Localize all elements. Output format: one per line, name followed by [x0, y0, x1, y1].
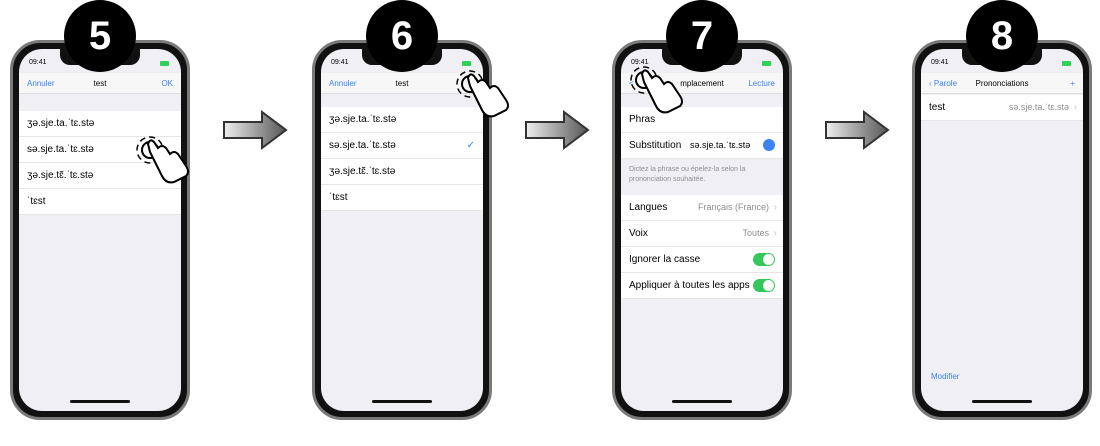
list-item-selected[interactable]: sə.sje.ta.ˈtɛ.stə ✓ — [321, 133, 483, 159]
arrow-right-icon — [825, 110, 890, 150]
phone-screen: 09:41 ‹ Parole Prononciations + test sə.… — [921, 49, 1083, 411]
list-item[interactable]: ʒə.sje.tɛ̃.ˈtɛ.stə — [321, 159, 483, 185]
row-label: Voix — [629, 228, 648, 239]
pronunciations-list: test sə.sje.ta.ˈtɛ.stə › — [921, 95, 1083, 121]
substitution-field[interactable]: Substitution sə.sje.ta.ˈtɛ.stə — [621, 133, 783, 159]
tap-hand-icon — [630, 66, 683, 114]
checkmark-icon: ✓ — [466, 140, 475, 151]
status-time: 09:41 — [29, 59, 47, 66]
list-item-label: ˈtɛst — [329, 192, 348, 203]
home-indicator — [672, 400, 732, 403]
phone-screen: 09:41 Annuler test OK ʒə.sje.ta.ˈtɛ.stə … — [19, 49, 181, 411]
list-item-label: sə.sje.ta.ˈtɛ.stə — [329, 140, 396, 151]
apply-all-apps-toggle[interactable] — [753, 279, 775, 292]
substitution-label: Substitution — [629, 140, 682, 151]
apply-all-apps-row: Appliquer à toutes les apps — [621, 273, 783, 299]
status-time: 09:41 — [331, 59, 349, 66]
microphone-icon[interactable] — [763, 139, 775, 151]
step-5: 5 09:41 Annuler test OK ʒə.sje.ta.ˈtɛ.st… — [10, 0, 190, 446]
row-value: Français (France) — [697, 202, 769, 212]
ignore-case-row: Ignorer la casse — [621, 247, 783, 273]
tap-hand-icon — [136, 136, 189, 184]
home-indicator — [70, 400, 130, 403]
row-label: Appliquer à toutes les apps — [629, 280, 750, 291]
step-number-8: 8 — [966, 0, 1038, 72]
nav-bar: Annuler test OK — [19, 73, 181, 94]
languages-row[interactable]: Langues Français (France) › — [621, 195, 783, 221]
substitution-value: sə.sje.ta.ˈtɛ.stə — [690, 140, 751, 150]
arrow-right-icon — [223, 110, 288, 150]
row-label: Langues — [629, 202, 668, 213]
list-item[interactable]: test sə.sje.ta.ˈtɛ.stə › — [921, 95, 1083, 121]
step-7: 7 09:41 < mplacement Lecture Phras Subst… — [612, 0, 792, 446]
arrow-right-icon — [525, 110, 590, 150]
list-item-label: ʒə.sje.ta.ˈtɛ.stə — [329, 114, 397, 125]
voice-row[interactable]: Voix Toutes › — [621, 221, 783, 247]
step-number-6: 6 — [366, 0, 438, 72]
helper-text: Dictez la phrase ou épelez-la selon la p… — [629, 166, 746, 183]
row-value: Toutes — [742, 228, 769, 238]
step-number-7: 7 — [666, 0, 738, 72]
chevron-right-icon: › — [1073, 102, 1077, 113]
settings-list: Langues Français (France) › Voix Toutes … — [621, 195, 783, 299]
battery-icon — [1062, 61, 1071, 66]
ignore-case-toggle[interactable] — [753, 253, 775, 266]
row-label: test — [929, 102, 946, 113]
battery-icon — [160, 61, 169, 66]
list-item[interactable]: ˈtɛst — [19, 189, 181, 215]
phone-frame: 09:41 ‹ Parole Prononciations + test sə.… — [912, 40, 1092, 420]
phone-frame: 09:41 Annuler test OK ʒə.sje.ta.ˈtɛ.stə … — [10, 40, 190, 420]
edit-button[interactable]: Modifier — [931, 372, 959, 381]
row-value: sə.sje.ta.ˈtɛ.stə — [1008, 102, 1069, 112]
home-indicator — [972, 400, 1032, 403]
ok-button[interactable]: OK — [161, 79, 173, 88]
battery-icon — [762, 61, 771, 66]
add-button[interactable]: + — [1070, 79, 1075, 88]
tap-hand-icon — [456, 70, 509, 118]
chevron-right-icon: › — [773, 228, 777, 239]
play-button[interactable]: Lecture — [748, 79, 775, 88]
nav-title: Prononciations — [975, 79, 1029, 88]
row-label: Ignorer la casse — [629, 254, 701, 265]
nav-bar: ‹ Parole Prononciations + — [921, 73, 1083, 94]
step-8: 8 09:41 ‹ Parole Prononciations + test s… — [912, 0, 1092, 446]
home-indicator — [372, 400, 432, 403]
list-item[interactable]: ˈtɛst — [321, 185, 483, 211]
step-number-5: 5 — [64, 0, 136, 72]
chevron-right-icon: › — [773, 202, 777, 213]
nav-title: test — [93, 79, 107, 88]
status-time: 09:41 — [931, 59, 949, 66]
list-item-label: ʒə.sje.tɛ̃.ˈtɛ.stə — [329, 166, 396, 177]
step-6: 6 09:41 Annuler test ʒə.sje.ta.ˈtɛ.stə s… — [312, 0, 509, 446]
